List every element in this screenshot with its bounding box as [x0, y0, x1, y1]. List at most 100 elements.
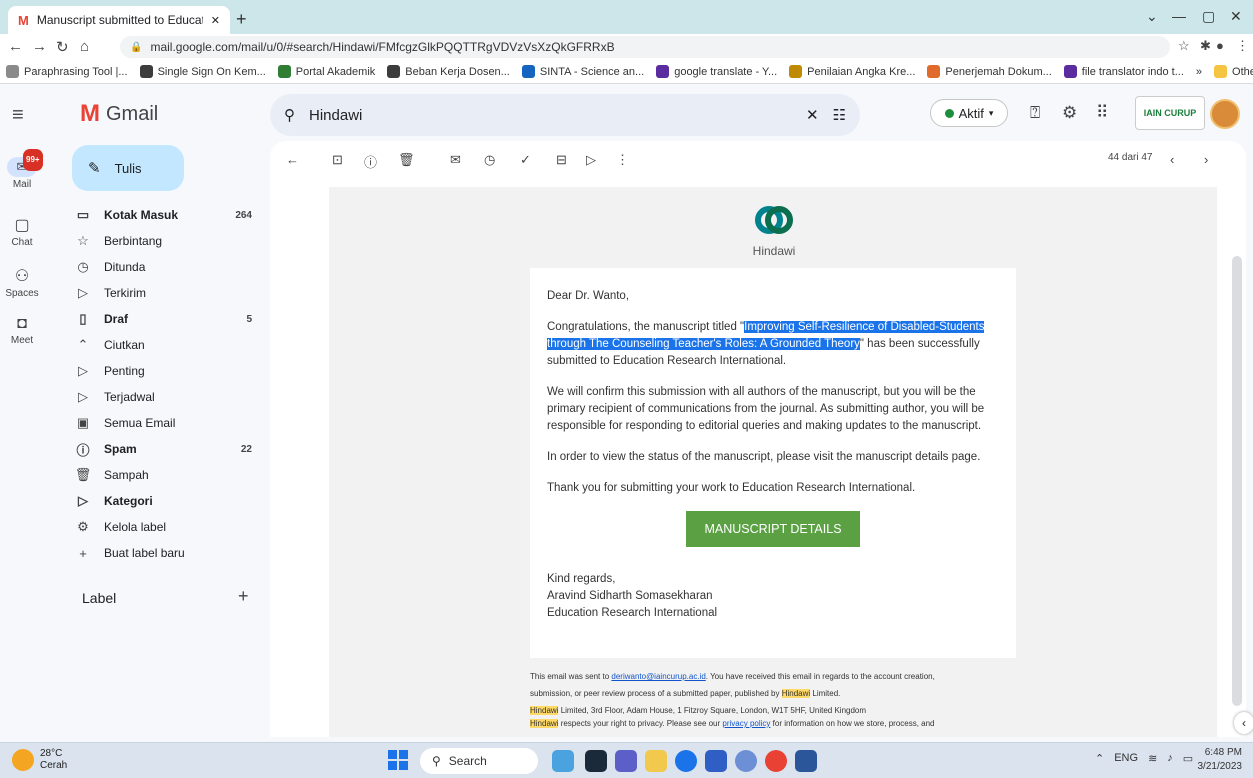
- rail-mail[interactable]: ✉99+ Mail: [0, 157, 44, 190]
- other-bookmarks-folder[interactable]: Other bookmarks: [1214, 65, 1253, 78]
- search-bar[interactable]: ⚲ Hindawi ✕ ☷: [270, 94, 860, 136]
- store-icon[interactable]: [705, 750, 727, 772]
- folder-item[interactable]: ▷Penting: [72, 358, 262, 384]
- profile-icon[interactable]: ●: [1216, 38, 1224, 53]
- email-paragraph-1: Congratulations, the manuscript titled "…: [547, 319, 999, 370]
- app-r-icon[interactable]: [735, 750, 757, 772]
- bookmark-item[interactable]: SINTA - Science an...: [522, 65, 644, 78]
- privacy-policy-link[interactable]: privacy policy: [722, 719, 770, 728]
- bookmark-star-icon[interactable]: ☆: [1178, 38, 1190, 54]
- back-to-search-icon[interactable]: ←: [286, 152, 299, 167]
- more-actions-icon[interactable]: ⋮: [616, 152, 629, 168]
- battery-icon[interactable]: ▭: [1183, 752, 1193, 765]
- add-task-icon[interactable]: ✓: [520, 152, 531, 168]
- bookmark-item[interactable]: file translator indo t...: [1064, 65, 1184, 78]
- language-indicator[interactable]: ENG: [1114, 752, 1138, 765]
- search-input[interactable]: Hindawi: [309, 107, 792, 124]
- folder-item[interactable]: ⓘSpam22: [72, 436, 262, 462]
- bookmarks-more[interactable]: »: [1196, 66, 1202, 78]
- taskbar-search[interactable]: ⚲ Search: [420, 748, 538, 774]
- folder-item[interactable]: ⌃Ciutkan: [72, 332, 262, 358]
- forward-icon[interactable]: →: [32, 38, 47, 55]
- rail-chat[interactable]: ▢ Chat: [0, 215, 44, 248]
- report-spam-icon[interactable]: ⓘ: [364, 152, 377, 171]
- compose-button[interactable]: ✎ Tulis: [72, 145, 184, 191]
- rail-meet-label: Meet: [11, 335, 33, 346]
- restore-button[interactable]: ▢: [1202, 8, 1215, 25]
- message-scrollbar[interactable]: [1232, 256, 1242, 706]
- delete-icon[interactable]: 🗑: [398, 152, 415, 168]
- minimize-button[interactable]: —: [1172, 8, 1186, 24]
- browser-menu-icon[interactable]: ⋮: [1236, 38, 1249, 54]
- archive-icon[interactable]: ⊡: [332, 152, 343, 168]
- side-panel-toggle-icon[interactable]: ‹: [1234, 712, 1253, 734]
- older-message-icon[interactable]: ›: [1204, 152, 1208, 167]
- rail-meet[interactable]: ◘ Meet: [0, 315, 44, 346]
- move-to-icon[interactable]: ⊟: [556, 152, 567, 168]
- close-window-button[interactable]: ✕: [1230, 8, 1242, 25]
- browser-tab[interactable]: M Manuscript submitted to Educati ✕: [8, 6, 230, 34]
- widgets-icon[interactable]: [552, 750, 574, 772]
- word-icon[interactable]: [795, 750, 817, 772]
- bookmark-item[interactable]: Paraphrasing Tool |...: [6, 65, 128, 78]
- main-menu-icon[interactable]: ≡: [12, 104, 24, 127]
- folder-count: 22: [241, 444, 252, 455]
- back-icon[interactable]: ←: [8, 38, 23, 55]
- gmail-logo[interactable]: M Gmail: [80, 100, 158, 128]
- bookmark-item[interactable]: Penerjemah Dokum...: [927, 65, 1051, 78]
- settings-gear-icon[interactable]: ⚙: [1062, 103, 1077, 123]
- extensions-icon[interactable]: ✱: [1200, 38, 1211, 54]
- taskbar-clock[interactable]: 6:48 PM 3/21/2023: [1194, 746, 1242, 774]
- folder-item[interactable]: ▯Draf5: [72, 306, 262, 332]
- folder-item[interactable]: ▭Kotak Masuk264: [72, 202, 262, 228]
- bookmark-item[interactable]: google translate - Y...: [656, 65, 777, 78]
- folder-item[interactable]: ▷Terkirim: [72, 280, 262, 306]
- folder-item[interactable]: ▷Terjadwal: [72, 384, 262, 410]
- mark-unread-icon[interactable]: ✉: [450, 152, 461, 168]
- folder-item[interactable]: ▷Kategori: [72, 488, 262, 514]
- home-icon[interactable]: ⌂: [80, 38, 89, 55]
- folder-item[interactable]: +Buat label baru: [72, 540, 262, 566]
- folder-item[interactable]: ⚙Kelola label: [72, 514, 262, 540]
- task-view-icon[interactable]: [585, 750, 607, 772]
- rail-spaces[interactable]: ⚇ Spaces: [0, 266, 44, 299]
- add-label-icon[interactable]: +: [238, 586, 249, 607]
- folder-item[interactable]: ◷Ditunda: [72, 254, 262, 280]
- chrome-icon[interactable]: [675, 750, 697, 772]
- apps-grid-icon[interactable]: ⠿: [1096, 103, 1108, 123]
- bookmark-item[interactable]: Portal Akademik: [278, 65, 375, 78]
- search-options-icon[interactable]: ☷: [833, 106, 846, 124]
- clear-search-icon[interactable]: ✕: [806, 106, 819, 124]
- lock-icon: 🔒: [130, 42, 142, 53]
- account-avatar[interactable]: [1210, 99, 1240, 129]
- windows-start-icon[interactable]: [388, 750, 408, 770]
- recipient-email-link[interactable]: deriwanto@iaincurup.ac.id: [611, 672, 705, 681]
- wifi-icon[interactable]: ≋: [1148, 752, 1157, 765]
- bookmark-item[interactable]: Single Sign On Kem...: [140, 65, 266, 78]
- bookmark-item[interactable]: Beban Kerja Dosen...: [387, 65, 510, 78]
- folder-item[interactable]: 🗑Sampah: [72, 462, 262, 488]
- new-tab-button[interactable]: +: [236, 9, 247, 30]
- address-bar[interactable]: 🔒 mail.google.com/mail/u/0/#search/Hinda…: [120, 36, 1170, 58]
- tray-chevron-icon[interactable]: ⌃: [1095, 752, 1104, 765]
- bookmark-item[interactable]: Penilaian Angka Kre...: [789, 65, 915, 78]
- close-tab-icon[interactable]: ✕: [211, 14, 220, 27]
- status-dropdown[interactable]: Aktif ▾: [930, 99, 1008, 127]
- folder-item[interactable]: ☆Berbintang: [72, 228, 262, 254]
- chrome-active-icon[interactable]: [765, 750, 787, 772]
- bookmark-favicon-icon: [387, 65, 400, 78]
- manuscript-details-button[interactable]: MANUSCRIPT DETAILS: [686, 511, 860, 547]
- reload-icon[interactable]: ↻: [56, 38, 69, 56]
- help-icon[interactable]: ⍰: [1030, 103, 1040, 123]
- folder-item[interactable]: ▣Semua Email: [72, 410, 262, 436]
- teams-chat-icon[interactable]: [615, 750, 637, 772]
- label-icon[interactable]: ▷: [586, 152, 596, 168]
- search-icon[interactable]: ⚲: [284, 106, 295, 124]
- newer-message-icon[interactable]: ‹: [1170, 152, 1174, 167]
- file-explorer-icon[interactable]: [645, 750, 667, 772]
- volume-icon[interactable]: ♪: [1167, 752, 1173, 765]
- tab-search-icon[interactable]: ⌄: [1146, 8, 1158, 25]
- weather-widget[interactable]: 28°CCerah: [12, 748, 67, 772]
- gmail-m-icon: M: [80, 100, 100, 128]
- snooze-icon[interactable]: ◷: [484, 152, 495, 168]
